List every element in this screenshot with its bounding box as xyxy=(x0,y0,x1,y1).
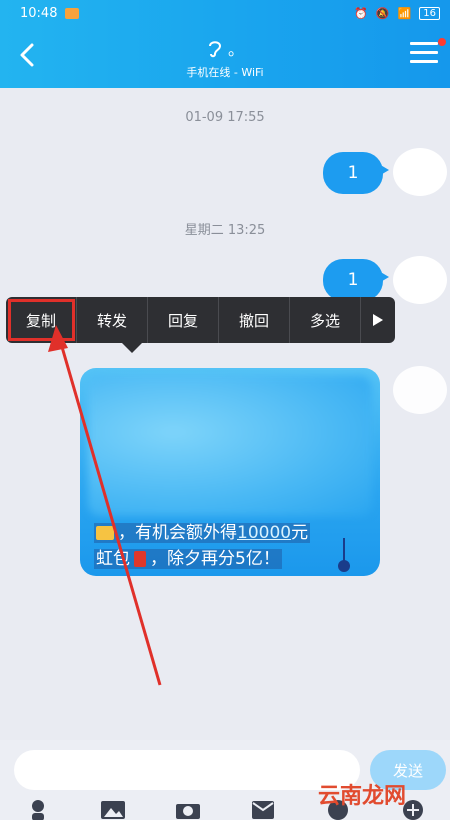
timestamp: 01-09 17:55 xyxy=(185,110,265,125)
image-icon[interactable] xyxy=(100,799,126,820)
camera-icon[interactable] xyxy=(175,799,201,820)
message-line-2[interactable]: 虹包 ，除夕再分5亿！ xyxy=(94,544,282,569)
notification-dot xyxy=(438,38,446,46)
timestamp: 星期二 13:25 xyxy=(184,223,266,238)
message-input[interactable] xyxy=(14,750,360,790)
avatar[interactable] xyxy=(393,256,447,304)
message-text: 1 xyxy=(347,163,359,183)
battery-icon: 16 xyxy=(419,6,440,20)
multiselect-button[interactable]: 多选 xyxy=(290,297,361,343)
blurred-content xyxy=(88,376,372,516)
message-line-1[interactable]: ，有机会额外得10000元 xyxy=(94,518,311,543)
alarm-icon: ⏰ xyxy=(354,6,368,20)
recall-button[interactable]: 撤回 xyxy=(219,297,290,343)
chat-title: 。 手机在线 - WiFi xyxy=(0,36,450,80)
ear-icon xyxy=(208,41,221,58)
amount-link[interactable]: 10000 xyxy=(237,523,291,543)
message-bubble[interactable]: 1 xyxy=(323,259,389,301)
wifi-icon: 📶 xyxy=(397,6,412,20)
folder-icon xyxy=(96,526,114,540)
contact-name: 。 xyxy=(227,40,244,59)
status-bar: 10:48 ⏰ 🔕 📶 16 xyxy=(0,0,450,26)
more-arrow-icon[interactable] xyxy=(361,297,395,343)
watermark: 云南龙网 xyxy=(318,783,407,809)
menu-icon[interactable] xyxy=(410,42,438,66)
red-packet-tool-icon[interactable] xyxy=(250,799,276,820)
mute-icon: 🔕 xyxy=(375,6,390,20)
context-menu: 复制 转发 回复 撤回 多选 xyxy=(6,297,395,353)
voice-icon[interactable] xyxy=(25,799,51,820)
avatar[interactable] xyxy=(393,366,447,414)
selection-handle[interactable] xyxy=(338,538,350,572)
reply-button[interactable]: 回复 xyxy=(148,297,219,343)
copy-button[interactable]: 复制 xyxy=(6,297,77,343)
selected-message-bubble[interactable]: ，有机会额外得10000元 虹包 ，除夕再分5亿！ xyxy=(80,368,380,576)
forward-button[interactable]: 转发 xyxy=(77,297,148,343)
chat-header: 。 手机在线 - WiFi xyxy=(0,26,450,88)
online-status: 手机在线 - WiFi xyxy=(186,66,264,79)
status-icons: ⏰ 🔕 📶 16 xyxy=(354,6,440,20)
message-bubble[interactable]: 1 xyxy=(323,152,389,194)
avatar[interactable] xyxy=(393,148,447,196)
red-packet-icon xyxy=(134,551,146,567)
message-text: 1 xyxy=(347,270,359,290)
notification-icon xyxy=(65,7,80,19)
chat-area[interactable]: 01-09 17:55 1 星期二 13:25 1 ，有机会额外得10000元 … xyxy=(0,88,450,740)
status-time: 10:48 xyxy=(20,5,58,21)
